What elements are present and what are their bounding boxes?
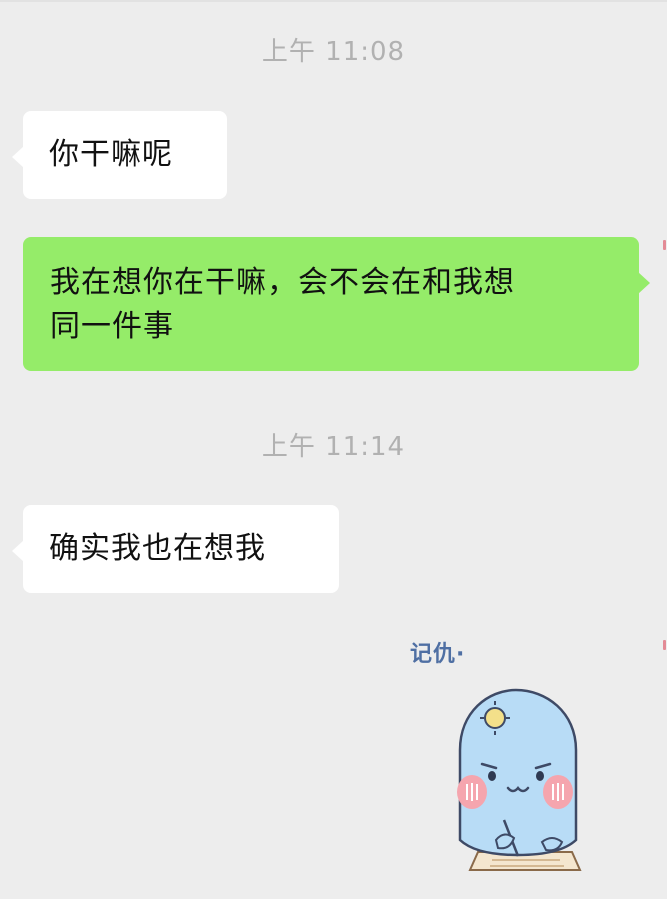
sticker-message[interactable]: 记仇·: [400, 630, 620, 890]
ghost-sticker-icon: [457, 688, 582, 871]
avatar-edge: [663, 640, 666, 650]
avatar-edge: [663, 240, 666, 250]
timestamp: 上午 11:14: [261, 432, 406, 462]
outgoing-message-bubble[interactable]: 我在想你在干嘛，会不会在和我想 同一件事: [23, 237, 650, 371]
timestamp: 上午 11:08: [261, 37, 406, 67]
message-text-line: 我在想你在干嘛，会不会在和我想: [50, 265, 515, 300]
incoming-message-bubble[interactable]: 确实我也在想我: [12, 505, 339, 593]
top-divider: [0, 0, 667, 2]
message-text-line: 同一件事: [50, 309, 174, 344]
message-text: 你干嘛呢: [49, 137, 173, 172]
incoming-message-bubble[interactable]: 你干嘛呢: [12, 111, 227, 199]
message-text: 确实我也在想我: [49, 531, 266, 566]
